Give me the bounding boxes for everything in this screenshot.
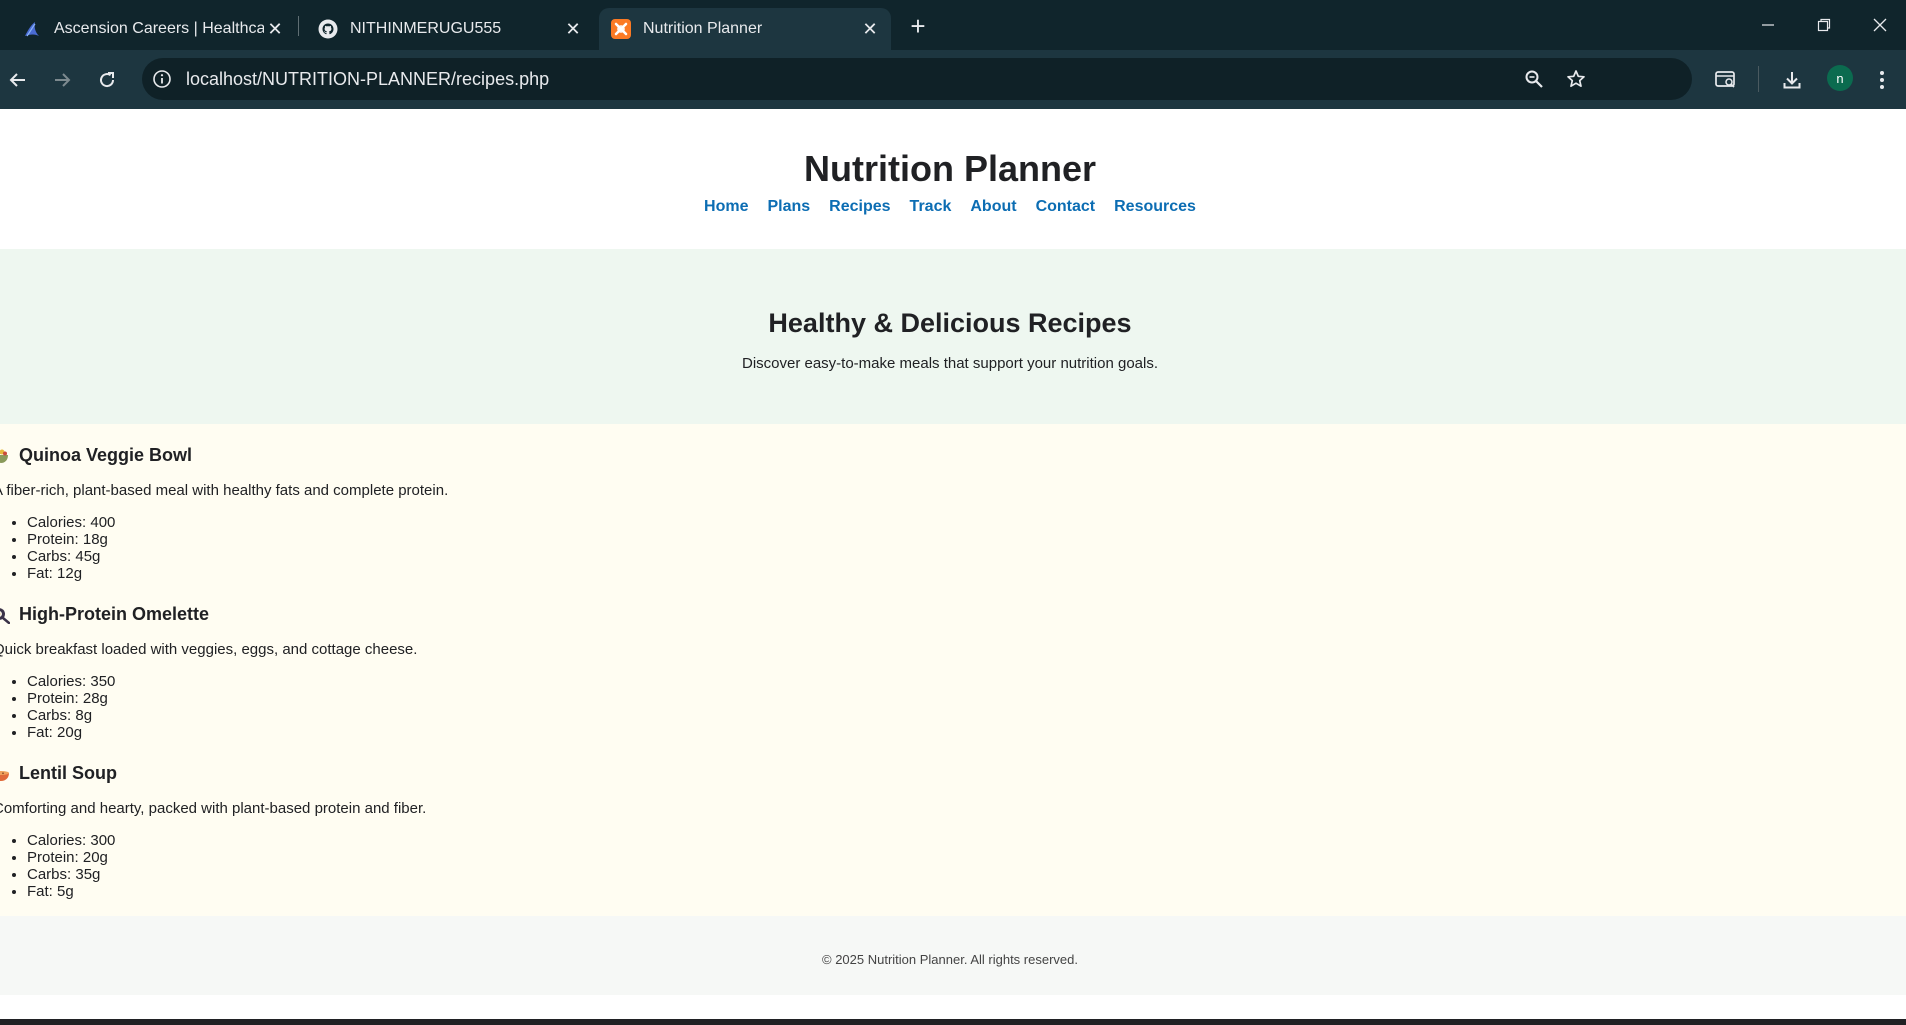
site-info-icon[interactable] (150, 67, 174, 91)
nav-about[interactable]: About (970, 198, 1016, 216)
site-title: Nutrition Planner (803, 148, 1096, 189)
recipe-description: A fiber-rich, plant-based meal with heal… (0, 482, 449, 499)
reload-icon[interactable] (91, 64, 123, 96)
calories-item: Calories: 400 (27, 514, 115, 531)
carbs-item: Carbs: 35g (27, 866, 115, 883)
zoom-icon[interactable] (1518, 63, 1550, 95)
github-icon (318, 19, 338, 39)
recipe-title: Quinoa Veggie Bowl (19, 445, 193, 465)
soup-bowl-icon (0, 765, 10, 783)
protein-item: Protein: 28g (27, 690, 115, 707)
site-footer: © 2025 Nutrition Planner. All rights res… (0, 916, 1906, 995)
tab-search-icon[interactable] (1710, 64, 1742, 96)
fat-item: Fat: 12g (27, 565, 115, 582)
recipes-section: Quinoa Veggie Bowl A fiber-rich, plant-b… (0, 424, 1906, 916)
tab-nutrition-planner[interactable]: Nutrition Planner ✕ (599, 8, 891, 50)
close-tab-icon[interactable]: ✕ (264, 18, 286, 40)
close-window-icon[interactable] (1852, 0, 1906, 50)
protein-item: Protein: 18g (27, 531, 115, 548)
back-arrow-icon[interactable] (2, 64, 34, 96)
tab-ascension-careers[interactable]: Ascension Careers | Healthcare ✕ (0, 8, 296, 50)
nav-recipes[interactable]: Recipes (829, 198, 890, 216)
nav-track[interactable]: Track (910, 198, 952, 216)
protein-item: Protein: 20g (27, 849, 115, 866)
nav-plans[interactable]: Plans (767, 198, 810, 216)
frying-pan-icon (0, 606, 11, 625)
calories-item: Calories: 350 (27, 673, 115, 690)
address-bar[interactable]: localhost/NUTRITION-PLANNER/recipes.php (142, 58, 1692, 100)
tab-title: Nutrition Planner (643, 20, 763, 37)
nav-contact[interactable]: Contact (1036, 198, 1096, 216)
forward-arrow-icon[interactable] (46, 64, 78, 96)
download-icon[interactable] (1776, 64, 1808, 96)
page-bottom-spacer (0, 995, 1906, 1019)
nav-resources[interactable]: Resources (1114, 198, 1196, 216)
nav-home[interactable]: Home (704, 198, 748, 216)
toolbar-divider (1758, 66, 1759, 92)
web-page: Nutrition Planner Home Plans Recipes Tra… (0, 109, 1906, 1019)
xampp-icon (611, 19, 631, 39)
footer-copyright: © 2025 Nutrition Planner. All rights res… (822, 952, 1078, 967)
recipe-title: High-Protein Omelette (19, 604, 210, 624)
recipe-description: Quick breakfast loaded with veggies, egg… (0, 641, 418, 658)
main-nav: Home Plans Recipes Track About Contact R… (0, 198, 1900, 216)
restore-icon[interactable] (1796, 0, 1852, 50)
profile-avatar[interactable]: n (1827, 65, 1853, 91)
calories-item: Calories: 300 (27, 832, 115, 849)
hero-heading: Healthy & Delicious Recipes (768, 308, 1132, 338)
carbs-item: Carbs: 45g (27, 548, 115, 565)
recipe-description: Comforting and hearty, packed with plant… (0, 800, 427, 817)
site-header: Nutrition Planner Home Plans Recipes Tra… (0, 109, 1906, 249)
url-text[interactable]: localhost/NUTRITION-PLANNER/recipes.php (186, 58, 549, 100)
fat-item: Fat: 20g (27, 724, 115, 741)
tab-title: Ascension Careers | Healthcare (54, 20, 264, 37)
recipe-title: Lentil Soup (19, 763, 117, 783)
browser-menu-icon[interactable] (1866, 64, 1898, 96)
ascension-logo-icon (22, 19, 42, 39)
carbs-item: Carbs: 8g (27, 707, 115, 724)
nutrition-list: Calories: 400 Protein: 18g Carbs: 45g Fa… (27, 514, 115, 582)
hero-section: Healthy & Delicious Recipes Discover eas… (0, 249, 1906, 424)
tab-title: NITHINMERUGU555 (350, 20, 502, 37)
browser-toolbar: localhost/NUTRITION-PLANNER/recipes.php (0, 50, 1906, 109)
nutrition-list: Calories: 350 Protein: 28g Carbs: 8g Fat… (27, 673, 115, 741)
fat-item: Fat: 5g (27, 883, 115, 900)
minimize-icon[interactable] (1740, 0, 1796, 50)
nutrition-list: Calories: 300 Protein: 20g Carbs: 35g Fa… (27, 832, 115, 900)
tab-github[interactable]: NITHINMERUGU555 ✕ (296, 8, 594, 50)
hero-subtext: Discover easy-to-make meals that support… (741, 355, 1158, 372)
close-tab-icon[interactable]: ✕ (859, 18, 881, 40)
browser-tab-strip: Ascension Careers | Healthcare ✕ NITHINM… (0, 0, 1906, 50)
new-tab-button[interactable]: + (904, 11, 932, 41)
bookmark-star-icon[interactable] (1560, 63, 1592, 95)
salad-bowl-icon (0, 447, 10, 465)
close-tab-icon[interactable]: ✕ (562, 18, 584, 40)
